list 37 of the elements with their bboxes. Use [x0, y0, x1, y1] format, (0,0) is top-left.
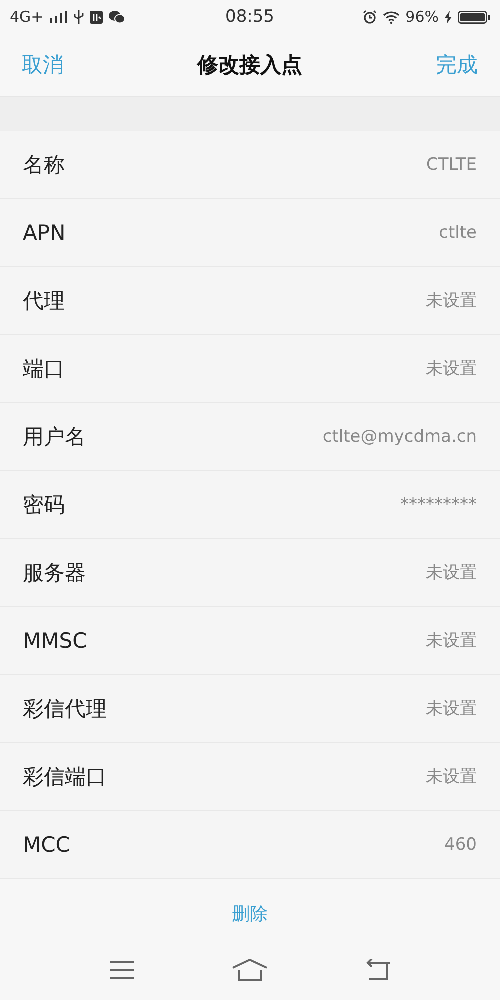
- field-value: *********: [400, 494, 477, 514]
- field-label: 密码: [23, 492, 65, 518]
- field-label: MCC: [23, 832, 70, 856]
- network-type: 4G+: [10, 8, 44, 26]
- field-value: 未设置: [426, 290, 477, 312]
- field-value: 未设置: [426, 562, 477, 584]
- field-label: 端口: [23, 356, 65, 382]
- app-icon: [90, 10, 103, 24]
- page-title: 修改接入点: [198, 52, 302, 79]
- field-value: 460: [444, 834, 477, 854]
- chat-icon: [108, 10, 125, 24]
- field-label: 彩信代理: [23, 696, 107, 722]
- field-value: 未设置: [426, 630, 477, 652]
- field-label: MMSC: [23, 628, 88, 652]
- back-icon[interactable]: [365, 958, 392, 980]
- battery-percent: 96%: [406, 8, 439, 26]
- field-label: 用户名: [23, 424, 86, 450]
- wifi-icon: [382, 10, 400, 24]
- charging-icon: [445, 10, 452, 24]
- field-label: 名称: [23, 152, 65, 178]
- field-value: ctlte: [439, 222, 477, 242]
- field-label: 代理: [23, 288, 65, 314]
- signal-icon: [50, 11, 68, 23]
- menu-icon[interactable]: [108, 960, 135, 980]
- clock-time: 08:55: [226, 7, 274, 27]
- battery-icon: [458, 10, 490, 24]
- field-label: 服务器: [23, 560, 86, 586]
- field-value: ctlte@mycdma.cn: [322, 426, 477, 446]
- home-icon[interactable]: [232, 958, 268, 980]
- field-label: 彩信端口: [23, 764, 107, 790]
- field-value: 未设置: [426, 358, 477, 380]
- field-label: APN: [23, 220, 66, 244]
- usb-icon: [74, 10, 84, 24]
- alarm-icon: [362, 10, 377, 24]
- field-value: CTLTE: [426, 154, 477, 174]
- field-value: 未设置: [426, 698, 477, 720]
- field-value: 未设置: [426, 766, 477, 788]
